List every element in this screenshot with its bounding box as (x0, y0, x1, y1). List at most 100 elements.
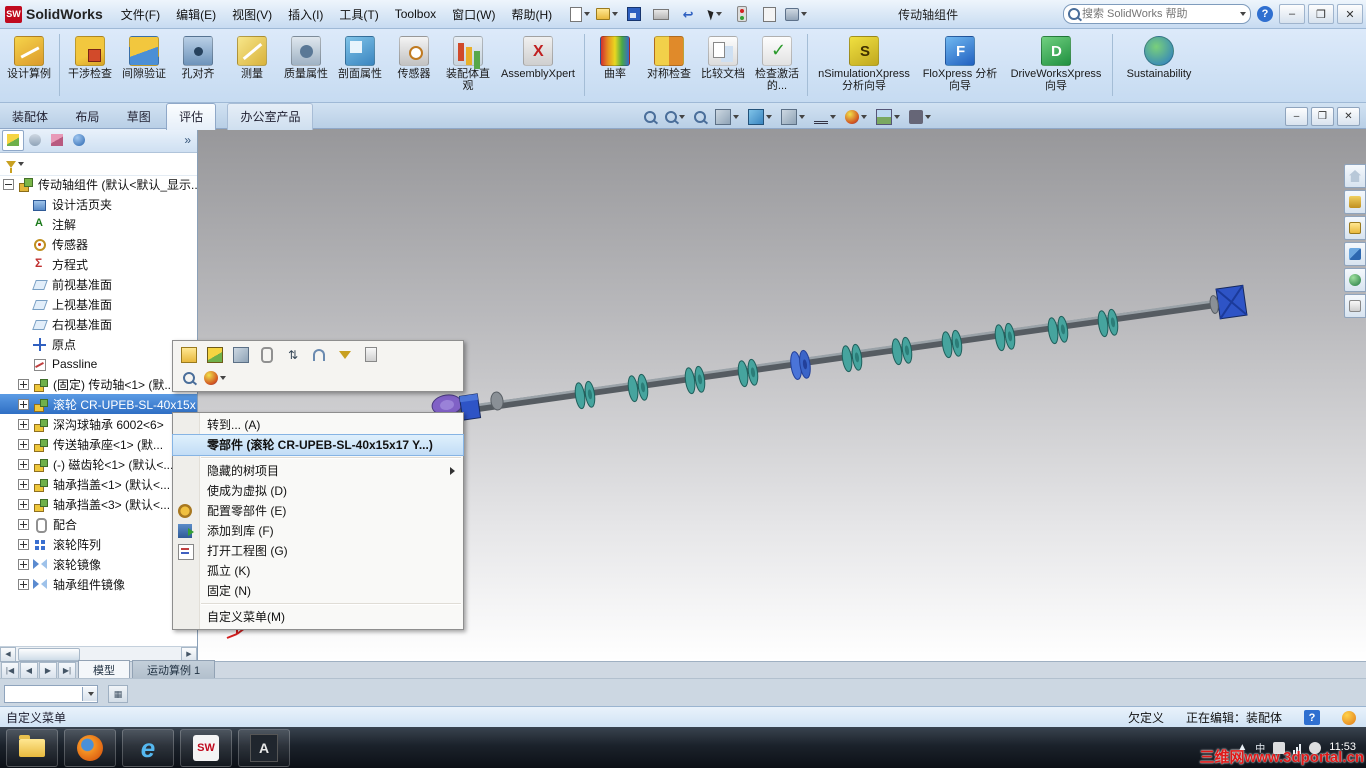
ribbon-button-mass-properties[interactable]: 质量属性 (279, 32, 333, 83)
quick-tips-icon[interactable]: ? (1304, 710, 1320, 725)
edit-appearance-button[interactable] (841, 106, 871, 128)
tree-item-roller-mirror[interactable]: 滚轮镜像 (0, 554, 197, 574)
tree-item-front-plane[interactable]: 前视基准面 (0, 274, 197, 294)
tab-scroll-first-icon[interactable]: |◀ (1, 662, 19, 679)
sort-button[interactable]: ⇅ (281, 344, 305, 366)
configuration-combobox[interactable] (4, 685, 98, 703)
tree-item-top-plane[interactable]: 上视基准面 (0, 294, 197, 314)
menu-file[interactable]: 文件(F) (113, 2, 168, 27)
tree-item-origin[interactable]: 原点 (0, 334, 197, 354)
ribbon-button-compare-documents[interactable]: 比较文档 (696, 32, 750, 83)
ribbon-button-section-properties[interactable]: 剖面属性 (333, 32, 387, 83)
expander-icon[interactable] (18, 478, 29, 490)
ribbon-button-design-study[interactable]: 设计算例 (2, 32, 56, 83)
appearance-button[interactable] (203, 367, 227, 389)
menu-item-open-drawing[interactable]: 打开工程图 (G) (173, 541, 463, 561)
panel-expand-chevron[interactable]: » (180, 133, 195, 147)
roller-set[interactable] (574, 308, 1119, 410)
tab-model[interactable]: 模型 (78, 660, 130, 679)
view-orientation-button[interactable] (744, 106, 776, 128)
tree-root[interactable]: 传动轴组件 (默认<默认_显示... (0, 174, 197, 194)
insert-component-button[interactable] (203, 344, 227, 366)
properties-button[interactable] (359, 344, 383, 366)
taskbar-solidworks-button[interactable]: SW (180, 728, 232, 767)
rebuild-button[interactable] (730, 3, 754, 25)
expander-icon[interactable] (18, 398, 29, 410)
magnify-button[interactable] (177, 367, 201, 389)
ribbon-button-simulationxpress[interactable]: nSimulationXpress 分析向导 (811, 32, 917, 95)
isolate-button[interactable] (229, 344, 253, 366)
tab-sketch[interactable]: 草图 (115, 104, 163, 130)
menu-window[interactable]: 窗口(W) (444, 2, 503, 27)
design-library-button[interactable] (1344, 190, 1366, 214)
tab-layout[interactable]: 布局 (63, 104, 111, 130)
doc-restore-button[interactable]: ❒ (1311, 107, 1334, 126)
tree-item-bearing-mirror[interactable]: 轴承组件镜像 (0, 574, 197, 594)
expander-icon[interactable] (18, 378, 29, 390)
new-document-button[interactable] (568, 3, 592, 25)
undo-button[interactable]: ↩ (676, 3, 700, 25)
help-icon[interactable]: ? (1257, 6, 1273, 22)
ribbon-button-assembly-visualization[interactable]: 装配体直观 (441, 32, 495, 95)
options-button[interactable] (784, 3, 808, 25)
ribbon-button-interference-check[interactable]: 干涉检查 (63, 32, 117, 83)
tab-scroll-last-icon[interactable]: ▶| (58, 662, 76, 679)
ribbon-button-clearance-verification[interactable]: 间隙验证 (117, 32, 171, 83)
chevron-down-icon[interactable] (18, 162, 24, 166)
menu-item-hidden-tree-items[interactable]: 隐藏的树项目 (173, 461, 463, 481)
section-view-button[interactable] (711, 106, 743, 128)
tab-motion-study[interactable]: 运动算例 1 (132, 660, 216, 679)
menu-item-make-virtual[interactable]: 使成为虚拟 (D) (173, 481, 463, 501)
print-button[interactable] (649, 3, 673, 25)
expander-icon[interactable] (3, 178, 14, 190)
menu-item-add-to-library[interactable]: 添加到库 (F) (173, 521, 463, 541)
expander-icon[interactable] (18, 458, 29, 470)
menu-item-fix[interactable]: 固定 (N) (173, 581, 463, 601)
menu-insert[interactable]: 插入(I) (280, 2, 331, 27)
ribbon-button-symmetry-check[interactable]: 对称检查 (642, 32, 696, 83)
open-button[interactable] (595, 3, 619, 25)
tree-item-ball-bearing[interactable]: 深沟球轴承 6002<6> (0, 414, 197, 434)
tab-assembly[interactable]: 装配体 (0, 104, 60, 130)
menu-item-isolate[interactable]: 孤立 (K) (173, 561, 463, 581)
expander-icon[interactable] (18, 418, 29, 430)
configuration-manager-tab[interactable] (46, 130, 68, 151)
doc-minimize-button[interactable]: – (1285, 107, 1308, 126)
display-style-button[interactable] (777, 106, 809, 128)
select-button[interactable] (703, 3, 727, 25)
task-pane-home-button[interactable] (1344, 164, 1366, 188)
menu-item-customize-menu[interactable]: 自定义菜单(M) (173, 607, 463, 627)
ribbon-button-driveworksxpress[interactable]: DriveWorksXpress 向导 (1003, 32, 1109, 95)
scroll-left-icon[interactable]: ◀ (0, 646, 16, 662)
menu-item-goto[interactable]: 转到... (A) (173, 415, 463, 435)
taskbar-file-explorer-button[interactable] (6, 728, 58, 767)
ribbon-button-sustainability[interactable]: Sustainability (1116, 32, 1202, 83)
tab-office-products[interactable]: 办公室产品 (227, 103, 314, 130)
ribbon-button-sensor[interactable]: 传感器 (387, 32, 441, 83)
expander-icon[interactable] (18, 538, 29, 550)
expander-icon[interactable] (18, 578, 29, 590)
right-bearing-bracket[interactable] (1208, 284, 1248, 320)
mate-button[interactable] (255, 344, 279, 366)
feature-manager-tab[interactable] (2, 129, 24, 151)
expander-icon[interactable] (18, 438, 29, 450)
horizontal-scrollbar[interactable]: ◀ ▶ (0, 646, 197, 662)
doc-close-button[interactable]: ✕ (1337, 107, 1360, 126)
combo-dropdown-icon[interactable] (82, 687, 97, 701)
view-palette-button[interactable] (1344, 242, 1366, 266)
custom-properties-button[interactable] (1344, 294, 1366, 318)
file-explorer-button[interactable] (1344, 216, 1366, 240)
tab-evaluate[interactable]: 评估 (166, 103, 217, 130)
zoom-area-button[interactable] (661, 106, 689, 128)
hide-show-items-button[interactable] (810, 106, 840, 128)
tree-item-equations[interactable]: 方程式 (0, 254, 197, 274)
ribbon-button-floxpress[interactable]: FloXpress 分析向导 (917, 32, 1003, 95)
tree-item-bearing-cover-1[interactable]: 轴承挡盖<1> (默认<... (0, 474, 197, 494)
tree-item-annotations[interactable]: 注解 (0, 214, 197, 234)
ribbon-button-assembly-xpert[interactable]: AssemblyXpert (495, 32, 581, 83)
tree-item-bearing-seat[interactable]: 传送轴承座<1> (默... (0, 434, 197, 454)
tree-item-drive-shaft[interactable]: (固定) 传动轴<1> (默... (0, 374, 197, 394)
menu-view[interactable]: 视图(V) (224, 2, 280, 27)
tree-item-design-binder[interactable]: 设计活页夹 (0, 194, 197, 214)
taskbar-firefox-button[interactable] (64, 728, 116, 767)
